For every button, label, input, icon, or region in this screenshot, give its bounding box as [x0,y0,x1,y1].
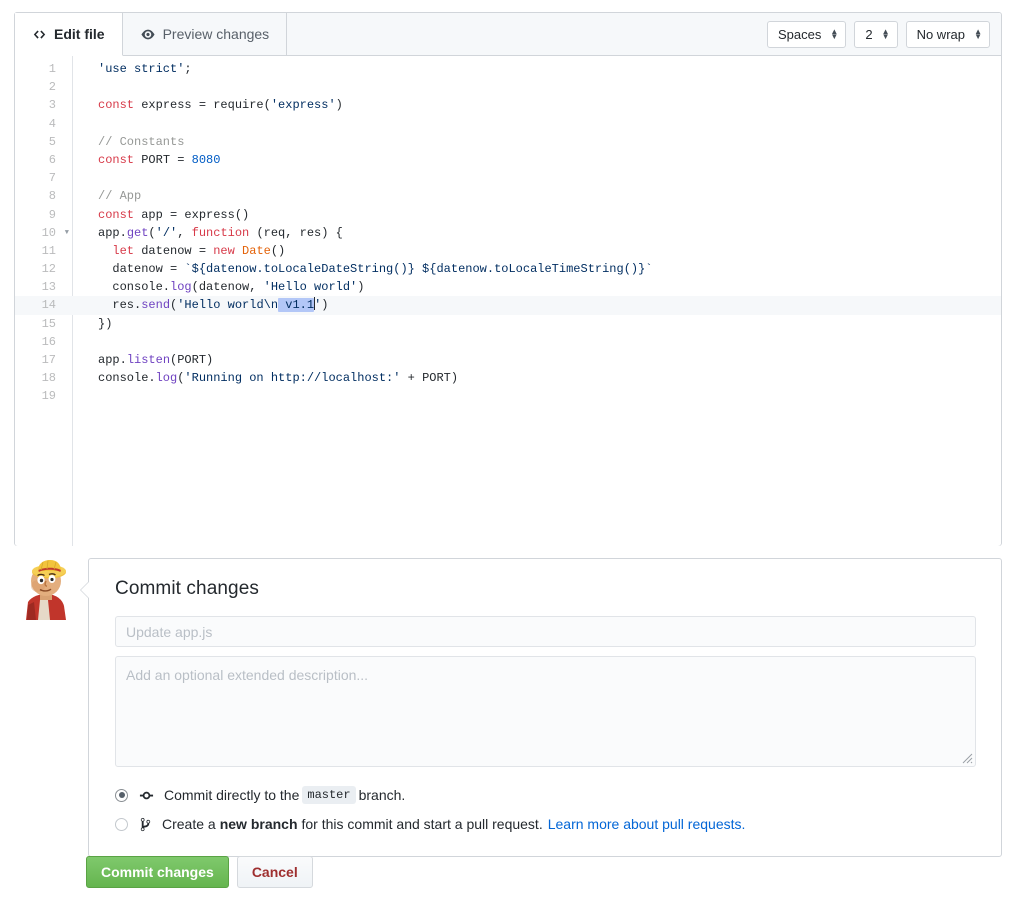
commit-form: Commit changes Commit directly to the ma… [88,558,1002,857]
editor-header: Edit file Preview changes Spaces ▲▼ [15,13,1001,56]
line-number: 5 [15,133,73,151]
line-number: 12 [15,260,73,278]
code-line[interactable]: 14 res.send('Hello world\n v1.1') [15,296,1001,314]
line-number: 17 [15,351,73,369]
code-line[interactable]: 10▼app.get('/', function (req, res) { [15,224,1001,242]
code-line-text: const express = require('express') [73,96,343,114]
file-editor-card: Edit file Preview changes Spaces ▲▼ [14,12,1002,546]
code-line[interactable]: 19 [15,387,1001,405]
indent-size-select[interactable]: 2 ▲▼ [854,21,897,48]
option-commit-directly-text-before: Commit directly to the [164,787,299,803]
pull-request-learn-more-link[interactable]: Learn more about pull requests. [548,816,746,832]
wrap-mode-select[interactable]: No wrap ▲▼ [906,21,990,48]
commit-summary-input[interactable] [115,616,976,647]
header-spacer [287,13,767,55]
code-fold-icon[interactable]: ▼ [65,224,69,242]
line-number: 4 [15,115,73,133]
code-line[interactable]: 18console.log('Running on http://localho… [15,369,1001,387]
line-number: 15 [15,315,73,333]
code-lines[interactable]: 1'use strict';23const express = require(… [15,56,1001,546]
branch-name-chip: master [302,786,355,804]
line-number: 2 [15,78,73,96]
code-line[interactable]: 9const app = express() [15,206,1001,224]
option-commit-directly[interactable]: Commit directly to the master branch. [115,786,976,804]
tab-edit-file-label: Edit file [54,26,105,42]
code-line-text: }) [73,315,112,333]
tab-preview-changes[interactable]: Preview changes [123,13,288,55]
option-commit-directly-text-after: branch. [359,787,406,803]
code-line[interactable]: 15}) [15,315,1001,333]
code-line-text: console.log('Running on http://localhost… [73,369,458,387]
code-line-text: // Constants [73,133,184,151]
code-line-text: app.get('/', function (req, res) { [73,224,343,242]
radio-commit-directly[interactable] [115,789,128,802]
line-number: 10▼ [15,224,73,242]
wrap-mode-value: No wrap [917,27,965,42]
indent-mode-value: Spaces [778,27,821,42]
option-create-branch[interactable]: Create a new branch for this commit and … [115,816,976,832]
eye-icon [140,28,156,41]
line-number: 7 [15,169,73,187]
line-number: 6 [15,151,73,169]
code-line[interactable]: 6const PORT = 8080 [15,151,1001,169]
user-avatar[interactable] [14,558,76,620]
code-line[interactable]: 8// App [15,187,1001,205]
commit-actions: Commit changes Cancel [86,856,313,888]
code-line[interactable]: 5// Constants [15,133,1001,151]
code-line[interactable]: 3const express = require('express') [15,96,1001,114]
line-number: 8 [15,187,73,205]
code-icon [32,28,47,41]
option-create-branch-text-before: Create a [162,816,216,832]
line-number: 16 [15,333,73,351]
code-line-text: // App [73,187,141,205]
radio-create-branch[interactable] [115,818,128,831]
git-branch-icon [139,817,152,832]
option-create-branch-text-after: for this commit and start a pull request… [302,816,543,832]
line-number: 14 [15,296,73,314]
code-line[interactable]: 17app.listen(PORT) [15,351,1001,369]
github-edit-file-page: Edit file Preview changes Spaces ▲▼ [0,0,1016,906]
commit-form-title: Commit changes [115,578,976,600]
code-line[interactable]: 16 [15,333,1001,351]
code-line[interactable]: 1'use strict'; [15,60,1001,78]
indent-mode-select[interactable]: Spaces ▲▼ [767,21,846,48]
chevron-updown-icon: ▲▼ [974,29,982,39]
code-line[interactable]: 12 datenow = `${datenow.toLocaleDateStri… [15,260,1001,278]
code-editor-area[interactable]: 1'use strict';23const express = require(… [15,56,1001,546]
code-line-text: let datenow = new Date() [73,242,285,260]
code-line-text: const PORT = 8080 [73,151,220,169]
commit-description-textarea[interactable] [115,656,976,767]
line-number: 19 [15,387,73,405]
code-line-text: res.send('Hello world\n v1.1') [73,296,328,314]
line-number: 18 [15,369,73,387]
code-line[interactable]: 13 console.log(datenow, 'Hello world') [15,278,1001,296]
option-create-branch-emphasis: new branch [220,816,298,832]
indent-size-value: 2 [865,27,872,42]
code-line-text: console.log(datenow, 'Hello world') [73,278,364,296]
code-line[interactable]: 2 [15,78,1001,96]
commit-changes-button[interactable]: Commit changes [86,856,229,888]
code-line-text: app.listen(PORT) [73,351,213,369]
code-line[interactable]: 7 [15,169,1001,187]
chevron-updown-icon: ▲▼ [882,29,890,39]
line-number: 1 [15,60,73,78]
code-line-text: 'use strict'; [73,60,192,78]
code-line[interactable]: 11 let datenow = new Date() [15,242,1001,260]
line-number: 3 [15,96,73,114]
commit-description-holder [115,656,976,767]
editor-settings-group: Spaces ▲▼ 2 ▲▼ No wrap ▲▼ [767,13,1001,55]
tab-preview-changes-label: Preview changes [163,26,270,42]
line-number: 13 [15,278,73,296]
code-line-text: const app = express() [73,206,249,224]
line-number: 9 [15,206,73,224]
code-line[interactable]: 4 [15,115,1001,133]
tab-edit-file[interactable]: Edit file [15,13,123,56]
cancel-button[interactable]: Cancel [237,856,313,888]
git-commit-icon [139,788,154,803]
line-number: 11 [15,242,73,260]
code-line-text: datenow = `${datenow.toLocaleDateString(… [73,260,653,278]
chevron-updown-icon: ▲▼ [830,29,838,39]
